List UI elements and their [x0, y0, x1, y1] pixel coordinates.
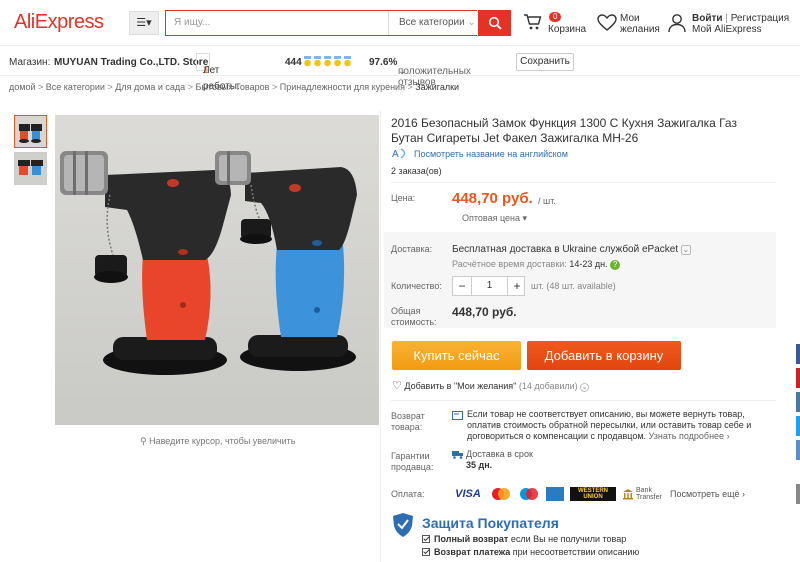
bank-transfer-icon: Bank Transfer [622, 487, 664, 501]
quantity-input[interactable]: 1 [471, 277, 508, 295]
price-value: 448,70 руб. [452, 190, 533, 207]
quantity-stepper: − 1 + [452, 276, 525, 296]
register-link[interactable]: Регистрация [731, 13, 789, 24]
learn-more-link[interactable]: Узнать подробнее [649, 431, 725, 441]
checkbox-icon [422, 535, 430, 543]
breadcrumb-current: Зажигалки [415, 82, 460, 92]
amex-icon [546, 487, 564, 501]
quantity-available: шт. (48 шт. available) [531, 281, 616, 291]
thumbnail-list [14, 115, 47, 189]
add-to-cart-button[interactable]: Добавить в корзину [527, 341, 681, 370]
breadcrumb-item[interactable]: Все категории [46, 82, 105, 92]
my-aliexpress-link[interactable]: Мой AliExpress [692, 24, 789, 35]
chevron-down-icon: ⌄ [398, 66, 407, 77]
shipping-label: Доставка: [391, 244, 433, 254]
store-label: Магазин: [9, 57, 51, 68]
buy-now-button[interactable]: Купить сейчас [392, 341, 521, 370]
breadcrumb-item[interactable]: Принадлежности для курения [280, 82, 405, 92]
store-bar: Магазин: MUYUAN Trading Co.,LTD. Store Л… [0, 48, 800, 92]
breadcrumb: домой > Все категории > Для дома и сада … [9, 82, 460, 92]
translate-icon: A [392, 148, 406, 159]
product-title: 2016 Безопасный Замок Функция 1300 С Кух… [391, 116, 737, 145]
medal-icons [303, 56, 353, 70]
chevron-down-icon: ⌄ [580, 383, 590, 392]
quantity-decrement-button[interactable]: − [453, 277, 471, 295]
positive-rating: 97.6% [369, 57, 398, 68]
cart-icon [524, 14, 542, 30]
protection-payment-return: Возврат платежа при несоответствии описа… [422, 547, 639, 557]
twitter-icon[interactable] [796, 416, 800, 436]
returns-label: Возврат товара: [391, 411, 425, 432]
breadcrumb-item[interactable]: Бытовых Товаров [195, 82, 269, 92]
breadcrumb-item[interactable]: домой [9, 82, 35, 92]
translate-title-link[interactable]: Посмотреть название на английском [414, 149, 568, 159]
shipping-method-select[interactable]: Бесплатная доставка в Ukraine службой eP… [452, 244, 691, 255]
pinterest-icon[interactable] [796, 368, 800, 388]
price-unit: / шт. [538, 196, 556, 206]
chevron-down-icon: ⌄ [467, 17, 476, 28]
orders-count: 2 заказа(ов) [391, 166, 442, 176]
more-share-icon[interactable] [796, 484, 800, 504]
categories-menu-button[interactable]: ☰▾ [129, 11, 159, 35]
user-icon [668, 14, 686, 33]
chevron-down-icon: ⌄ [680, 245, 691, 255]
help-icon[interactable]: ? [610, 260, 621, 270]
category-select-label: Все категории [399, 17, 465, 28]
returns-policy-text: Если товар не соответствует описанию, вы… [467, 409, 752, 441]
divider [380, 110, 381, 562]
account-links: Войти | Регистрация Мой AliExpress [692, 13, 790, 35]
quantity-increment-button[interactable]: + [508, 277, 526, 295]
wishlist-link[interactable]: Мои желания [620, 13, 660, 35]
maestro-icon [518, 487, 540, 501]
facebook-icon[interactable] [796, 344, 800, 364]
share-icon[interactable] [796, 440, 800, 460]
checkbox-icon [422, 548, 430, 556]
divider [391, 182, 776, 183]
thumbnail-image[interactable] [14, 115, 47, 148]
thumbnail-image[interactable] [14, 152, 47, 185]
add-to-wishlist-link[interactable]: ♡ Добавить в "Мои желания" (14 добавили)… [392, 379, 590, 392]
seller-guarantee-label: Гарантии продавца: [391, 451, 434, 472]
category-select[interactable]: Все категории ⌄ [388, 11, 477, 35]
total-label: Общая стоимость: [391, 306, 437, 327]
search-button[interactable] [478, 10, 511, 36]
heart-icon[interactable] [597, 14, 617, 32]
save-store-button[interactable]: Сохранить [516, 53, 574, 71]
cart-label[interactable]: Корзина [548, 24, 586, 35]
mastercard-icon [490, 487, 512, 501]
delivery-time: Расчётное время доставки: 14-23 дн. ? [452, 259, 621, 270]
on-time-delivery: Доставка в срок 35 дн. [466, 449, 533, 470]
svg-text:A: A [392, 149, 399, 159]
quantity-label: Количество: [391, 281, 442, 291]
divider [391, 400, 776, 401]
header: AliExpress ☰▾ Я ищу... Все категории ⌄ 0… [0, 0, 800, 46]
breadcrumb-item[interactable]: Для дома и сада [115, 82, 185, 92]
see-more-payment-link[interactable]: Посмотреть ещё › [670, 489, 745, 499]
zoom-hint: ⚲ Наведите курсор, чтобы увеличить [140, 436, 296, 446]
menu-icon: ☰▾ [136, 17, 152, 29]
vk-icon[interactable] [796, 392, 800, 412]
triangle-down-icon: ▾ [522, 213, 528, 223]
heart-icon: ♡ [392, 380, 402, 392]
shield-icon [393, 513, 413, 537]
store-name-link[interactable]: MUYUAN Trading Co.,LTD. Store [54, 57, 208, 68]
wholesale-price-toggle[interactable]: Оптовая цена ▾ [462, 213, 527, 224]
total-price: 448,70 руб. [452, 305, 517, 319]
login-link[interactable]: Войти [692, 13, 723, 24]
store-score: 444 [285, 57, 302, 68]
magnifier-icon: ⚲ [140, 436, 147, 446]
payment-methods: VISA WESTERN UNION Bank Transfer Посмотре… [452, 484, 745, 504]
payment-label: Оплата: [391, 489, 425, 499]
protection-full-refund: Полный возврат если Вы не получили товар [422, 534, 626, 544]
search-icon [488, 16, 502, 30]
price-label: Цена: [391, 193, 416, 203]
visa-icon: VISA [455, 488, 481, 500]
aliexpress-logo[interactable]: AliExpress [14, 11, 104, 34]
western-union-icon: WESTERN UNION [570, 487, 616, 501]
product-main-image[interactable] [55, 115, 379, 425]
buyer-protection-title: Защита Покупателя [422, 515, 559, 531]
store-years: Лет работы: 1 . [196, 53, 240, 92]
